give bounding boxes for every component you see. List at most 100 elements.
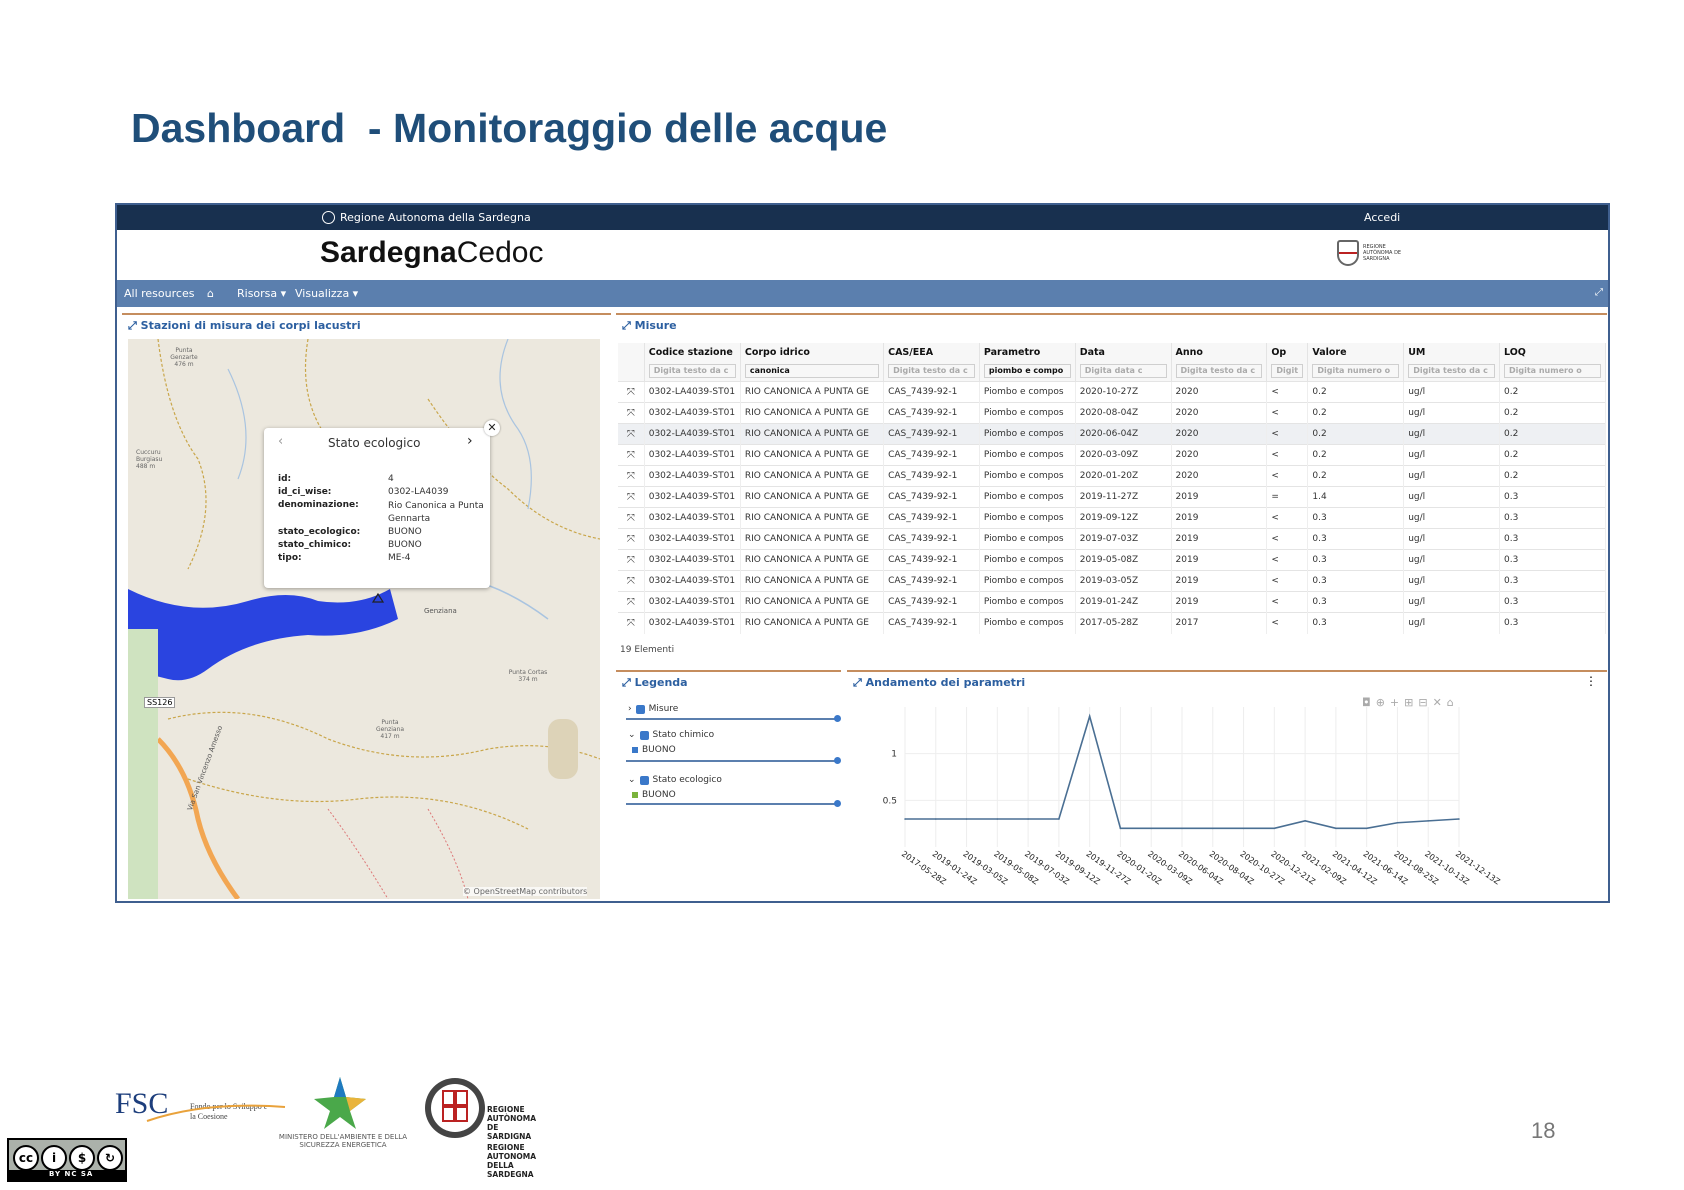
filter-input[interactable]: Digita numero o [1504,364,1601,378]
table-cell[interactable]: RIO CANONICA A PUNTA GE [740,423,885,445]
table-cell[interactable]: 2020-01-20Z [1075,465,1172,487]
table-cell[interactable]: ug/l [1403,612,1500,634]
table-cell[interactable]: 0.3 [1307,528,1405,550]
table-cell[interactable]: 0.2 [1307,381,1405,403]
table-cell[interactable]: 2017 [1171,612,1268,634]
table-cell[interactable]: ug/l [1403,549,1500,571]
expand-icon[interactable]: ⤢ [128,319,141,332]
zoom-to-feature-icon[interactable]: ⤧ [618,381,645,403]
table-cell[interactable]: CAS_7439-92-1 [883,444,980,466]
zoom-to-feature-icon[interactable]: ⤧ [618,465,645,487]
table-cell[interactable]: 0.2 [1307,465,1405,487]
table-cell[interactable]: 0.3 [1499,591,1606,613]
expand-icon[interactable]: ⤢ [622,319,635,332]
column-header[interactable]: Parametro [979,343,1076,361]
prev-arrow-icon[interactable]: ‹ [278,434,283,449]
table-cell[interactable]: 2020 [1171,444,1268,466]
column-header[interactable]: Data [1075,343,1172,361]
table-cell[interactable]: CAS_7439-92-1 [883,507,980,529]
filter-input[interactable]: Digita numero o [1312,364,1400,378]
table-cell[interactable]: Piombo e compos [979,612,1076,634]
table-cell[interactable]: ug/l [1403,570,1500,592]
dashboard-icon[interactable]: ⌂ [207,287,214,300]
table-cell[interactable]: 0.3 [1499,570,1606,592]
table-cell[interactable]: Piombo e compos [979,570,1076,592]
table-cell[interactable]: CAS_7439-92-1 [883,528,980,550]
table-cell[interactable]: RIO CANONICA A PUNTA GE [740,549,885,571]
table-cell[interactable]: ug/l [1403,381,1500,403]
table-cell[interactable]: 0.3 [1499,507,1606,529]
table-cell[interactable]: < [1266,381,1309,403]
filter-input[interactable]: Digita testo da c [1408,364,1495,378]
table-cell[interactable]: ug/l [1403,423,1500,445]
zoom-to-feature-icon[interactable]: ⤧ [618,591,645,613]
filter-input[interactable]: Digita data c [1079,364,1167,378]
layer-checkbox[interactable] [635,704,645,714]
table-cell[interactable]: 0302-LA4039-ST01 [644,423,741,445]
zoom-to-feature-icon[interactable]: ⤧ [618,486,645,508]
table-cell[interactable]: 0302-LA4039-ST01 [644,444,741,466]
table-cell[interactable]: RIO CANONICA A PUNTA GE [740,465,885,487]
table-row[interactable]: ⤧ 0302-LA4039-ST01 RIO CANONICA A PUNTA GE… [618,486,1606,508]
table-cell[interactable]: ug/l [1403,402,1500,424]
table-cell[interactable]: RIO CANONICA A PUNTA GE [740,570,885,592]
table-cell[interactable]: 0.2 [1307,423,1405,445]
table-cell[interactable]: CAS_7439-92-1 [883,381,980,403]
column-header[interactable]: Op [1266,343,1309,361]
table-cell[interactable]: 2019 [1171,549,1268,571]
table-cell[interactable]: < [1266,570,1309,592]
zoom-to-feature-icon[interactable]: ⤧ [618,528,645,550]
table-cell[interactable]: 0.2 [1499,402,1606,424]
slider-handle[interactable] [834,757,841,764]
table-cell[interactable]: Piombo e compos [979,381,1076,403]
table-cell[interactable]: 2019 [1171,486,1268,508]
table-cell[interactable]: RIO CANONICA A PUNTA GE [740,486,885,508]
table-cell[interactable]: 2019-03-05Z [1075,570,1172,592]
zoom-to-feature-icon[interactable]: ⤧ [618,507,645,529]
table-cell[interactable]: 0302-LA4039-ST01 [644,528,741,550]
nav-all-resources[interactable]: All resources [124,287,194,300]
table-cell[interactable]: 0.2 [1499,465,1606,487]
region-link[interactable]: Regione Autonoma della Sardegna [322,211,531,224]
table-cell[interactable]: ug/l [1403,486,1500,508]
table-cell[interactable]: CAS_7439-92-1 [883,549,980,571]
table-cell[interactable]: 0.3 [1499,612,1606,634]
opacity-slider[interactable] [626,718,836,720]
table-cell[interactable]: 2020-03-09Z [1075,444,1172,466]
table-cell[interactable]: 2020-06-04Z [1075,423,1172,445]
column-header[interactable]: Codice stazione [644,343,741,361]
table-cell[interactable]: = [1266,486,1309,508]
table-cell[interactable]: 0.2 [1499,381,1606,403]
table-row[interactable]: ⤧ 0302-LA4039-ST01 RIO CANONICA A PUNTA GE… [618,612,1606,634]
legend-layer-misure[interactable]: › Misure [628,704,678,714]
slider-handle[interactable] [834,715,841,722]
table-cell[interactable]: 0.3 [1307,612,1405,634]
table-cell[interactable]: 0.3 [1307,507,1405,529]
zoom-to-feature-icon[interactable]: ⤧ [618,402,645,424]
table-cell[interactable]: Piombo e compos [979,528,1076,550]
opacity-slider[interactable] [626,760,836,762]
table-cell[interactable]: 2020-10-27Z [1075,381,1172,403]
slider-handle[interactable] [834,800,841,807]
table-cell[interactable]: 0302-LA4039-ST01 [644,591,741,613]
table-row[interactable]: ⤧ 0302-LA4039-ST01 RIO CANONICA A PUNTA GE… [618,591,1606,613]
legend-layer-chimico[interactable]: ⌄ Stato chimico [628,730,714,740]
table-cell[interactable]: 0.3 [1307,549,1405,571]
table-cell[interactable]: < [1266,591,1309,613]
next-arrow-icon[interactable]: › [467,433,473,449]
zoom-to-feature-icon[interactable]: ⤧ [618,612,645,634]
table-row[interactable]: ⤧ 0302-LA4039-ST01 RIO CANONICA A PUNTA GE… [618,423,1606,445]
table-cell[interactable]: 0.3 [1499,486,1606,508]
filter-input[interactable]: piombo e compo [983,364,1071,378]
table-cell[interactable]: 2017-05-28Z [1075,612,1172,634]
table-cell[interactable]: < [1266,612,1309,634]
table-row[interactable]: ⤧ 0302-LA4039-ST01 RIO CANONICA A PUNTA GE… [618,444,1606,466]
zoom-to-feature-icon[interactable]: ⤧ [618,444,645,466]
table-cell[interactable]: CAS_7439-92-1 [883,570,980,592]
table-cell[interactable]: Piombo e compos [979,402,1076,424]
table-cell[interactable]: CAS_7439-92-1 [883,423,980,445]
fullscreen-icon[interactable]: ⤢ [1595,287,1603,298]
table-cell[interactable]: 2020 [1171,465,1268,487]
table-cell[interactable]: 2019 [1171,507,1268,529]
table-cell[interactable]: < [1266,444,1309,466]
